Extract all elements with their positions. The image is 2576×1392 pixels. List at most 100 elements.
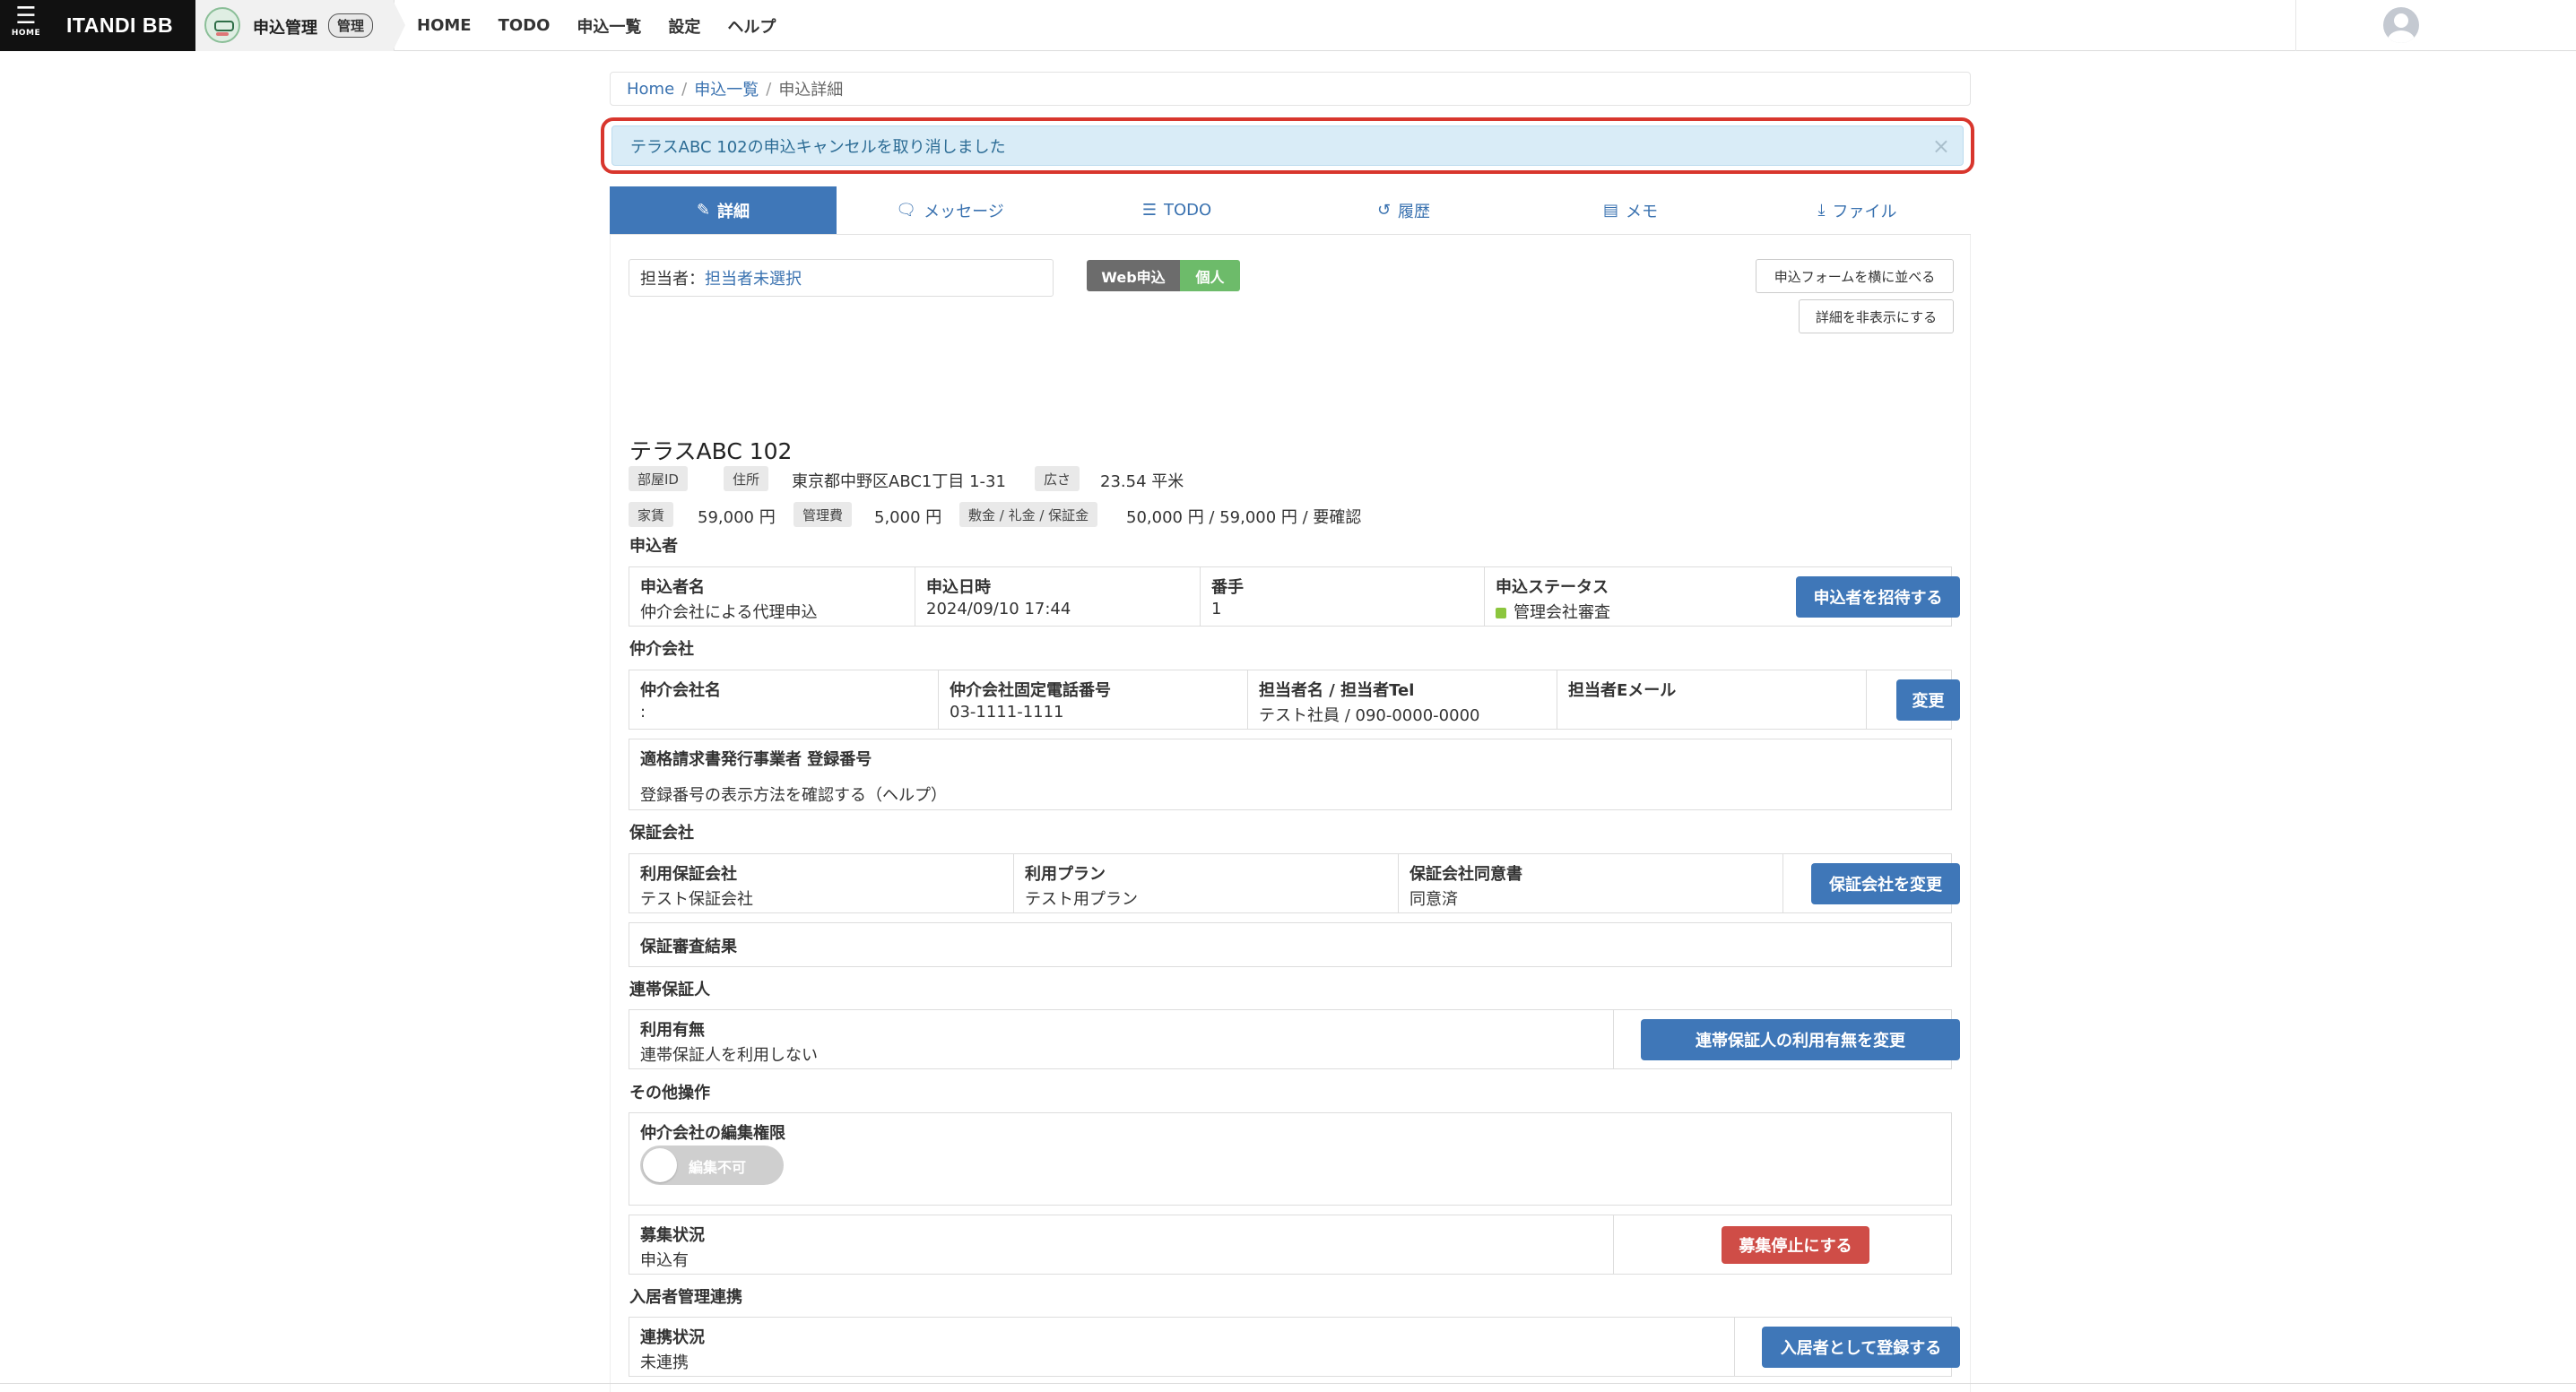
tab-file[interactable]: ⤓ ファイル — [1744, 186, 1971, 234]
rent-value: 59,000 円 — [698, 508, 776, 527]
register-resident-button[interactable]: 入居者として登録する — [1762, 1327, 1960, 1368]
status-indicator-icon — [1496, 608, 1506, 618]
download-icon: ⤓ — [1817, 201, 1826, 220]
side-by-side-button[interactable]: 申込フォームを横に並べる — [1756, 259, 1954, 293]
applicant-table: 申込者名 仲介会社による代理申込 申込日時 2024/09/10 17:44 番… — [629, 566, 1960, 627]
cell-header: 仲介会社の編集権限 — [640, 1124, 785, 1143]
assignee-value[interactable]: 担当者未選択 — [705, 266, 802, 290]
list-icon: ☰ — [1141, 201, 1157, 220]
assignee-selector[interactable]: 担当者： 担当者未選択 — [629, 259, 1054, 297]
edit-icon: ✎ — [696, 201, 711, 220]
cell-header: 利用有無 — [640, 1021, 705, 1040]
invoice-cell: 適格請求書発行事業者 登録番号 登録番号の表示方法を確認する（ヘルプ） — [629, 739, 1951, 809]
tab-message[interactable]: 🗨 メッセージ — [837, 186, 1063, 234]
history-icon: ↺ — [1376, 201, 1392, 220]
main-nav: HOME TODO 申込一覧 設定 ヘルプ — [417, 0, 802, 51]
guarantor-table: 利用保証会社 テスト保証会社 利用プラン テスト用プラン 保証会社同意書 同意済… — [629, 853, 1960, 913]
broker-email-cell: 担当者Eメール — [1557, 670, 1867, 729]
other-ops-section-title: その他操作 — [629, 1084, 710, 1102]
nav-todo[interactable]: TODO — [499, 16, 551, 35]
memo-icon: ▤ — [1602, 201, 1618, 220]
home-label: HOME — [11, 29, 41, 38]
stop-recruitment-button[interactable]: 募集停止にする — [1722, 1226, 1869, 1264]
order-number-cell: 番手 1 — [1201, 567, 1485, 626]
nav-home[interactable]: HOME — [417, 16, 472, 35]
management-fee-label: 管理費 — [794, 502, 853, 527]
room-id-label: 部屋ID — [629, 466, 688, 491]
cell-value: 03-1111-1111 — [950, 703, 1064, 722]
app-role-badge: 管理 — [328, 13, 374, 38]
hide-detail-button[interactable]: 詳細を非表示にする — [1799, 299, 1954, 333]
nav-application-list[interactable]: 申込一覧 — [577, 14, 641, 38]
cell-header: 担当者Eメール — [1568, 681, 1677, 700]
cell-header: 仲介会社名 — [640, 681, 721, 700]
application-status-cell: 申込ステータス 管理会社審査 — [1485, 567, 1772, 626]
tab-label: メッセージ — [924, 202, 1004, 221]
cell-header: 保証審査結果 — [640, 938, 737, 956]
cell-header: 保証会社同意書 — [1409, 865, 1522, 884]
rent-label: 家賃 — [629, 502, 674, 527]
resident-link-table: 連携状況 未連携 入居者として登録する — [629, 1317, 1960, 1377]
cell-value: 仲介会社による代理申込 — [640, 603, 818, 622]
broker-tel-cell: 仲介会社固定電話番号 03-1111-1111 — [939, 670, 1248, 729]
page-bottom-divider — [0, 1383, 2576, 1384]
invoice-registration-box: 適格請求書発行事業者 登録番号 登録番号の表示方法を確認する（ヘルプ） — [629, 739, 1952, 810]
tab-memo[interactable]: ▤ メモ — [1517, 186, 1744, 234]
joint-guarantor-table: 利用有無 連帯保証人を利用しない 連帯保証人の利用有無を変更 — [629, 1009, 1960, 1069]
breadcrumb-list[interactable]: 申込一覧 — [694, 77, 759, 100]
user-menu[interactable] — [2295, 0, 2576, 51]
breadcrumb-separator: / — [681, 79, 688, 99]
address-label: 住所 — [724, 466, 769, 491]
application-date-cell: 申込日時 2024/09/10 17:44 — [915, 567, 1201, 626]
broker-staff-cell: 担当者名 / 担当者Tel テスト社員 / 090-0000-0000 — [1248, 670, 1557, 729]
cell-value: 同意済 — [1409, 890, 1458, 909]
tab-todo[interactable]: ☰ TODO — [1063, 186, 1290, 234]
cell-value: 申込有 — [640, 1251, 689, 1270]
cell-value: テスト用プラン — [1025, 890, 1138, 909]
nav-settings[interactable]: 設定 — [668, 14, 700, 38]
tab-detail[interactable]: ✎ 詳細 — [610, 186, 837, 234]
area-value: 23.54 平米 — [1100, 472, 1184, 491]
change-joint-guarantor-button[interactable]: 連帯保証人の利用有無を変更 — [1641, 1019, 1960, 1060]
change-guarantor-button[interactable]: 保証会社を変更 — [1811, 863, 1960, 904]
order-number-link[interactable]: 1 — [1211, 600, 1473, 618]
breadcrumb: Home / 申込一覧 / 申込詳細 — [610, 72, 1971, 106]
invite-applicant-button[interactable]: 申込者を招待する — [1796, 576, 1960, 618]
tab-history[interactable]: ↺ 履歴 — [1290, 186, 1517, 234]
nav-help[interactable]: ヘルプ — [727, 14, 776, 38]
resident-link-cell: 連携状況 未連携 — [629, 1318, 1735, 1376]
cell-value: 未連携 — [640, 1353, 689, 1372]
cell-value: : — [640, 703, 646, 722]
alert-message: テラスABC 102の申込キャンセルを取り消しました — [630, 137, 1006, 157]
cell-header: 利用プラン — [1025, 865, 1106, 884]
guarantee-result-box: 保証審査結果 — [629, 922, 1952, 967]
chat-icon: 🗨 — [896, 201, 917, 220]
close-icon[interactable]: × — [1932, 134, 1950, 159]
applicant-name-cell: 申込者名 仲介会社による代理申込 — [629, 567, 915, 626]
breadcrumb-home[interactable]: Home — [627, 80, 674, 99]
cell-header: 仲介会社固定電話番号 — [950, 681, 1111, 700]
cell-value: テスト社員 / 090-0000-0000 — [1259, 706, 1480, 725]
tab-label: TODO — [1163, 201, 1212, 220]
edit-permission-box: 仲介会社の編集権限 編集不可 — [629, 1112, 1952, 1206]
change-broker-button[interactable]: 変更 — [1896, 679, 1960, 721]
property-title: テラスABC 102 — [629, 438, 793, 464]
edit-permission-cell: 仲介会社の編集権限 — [629, 1113, 1951, 1205]
cell-header: 担当者名 / 担当者Tel — [1259, 681, 1415, 700]
invoice-help-link[interactable]: 登録番号の表示方法を確認する（ヘルプ） — [640, 782, 1940, 806]
brand-logo[interactable]: ITANDI BB — [52, 0, 195, 51]
recruitment-status-cell: 募集状況 申込有 — [629, 1215, 1614, 1274]
status-value: 管理会社審査 — [1514, 603, 1610, 622]
user-avatar-icon — [2383, 7, 2419, 43]
guarantor-plan-cell: 利用プラン テスト用プラン — [1014, 854, 1399, 912]
broker-table: 仲介会社名 : 仲介会社固定電話番号 03-1111-1111 担当者名 / 担… — [629, 670, 1960, 730]
cell-header: 適格請求書発行事業者 登録番号 — [640, 750, 872, 769]
cell-header: 番手 — [1211, 578, 1244, 597]
edit-permission-toggle[interactable]: 編集不可 — [640, 1146, 784, 1185]
assignee-label: 担当者： — [640, 270, 705, 289]
detail-tabs: ✎ 詳細 🗨 メッセージ ☰ TODO ↺ 履歴 ▤ メモ ⤓ ファイル — [610, 186, 1971, 235]
home-menu-button[interactable]: ☰ HOME — [0, 0, 52, 51]
app-switcher[interactable]: 申込管理 管理 — [195, 0, 395, 51]
tab-label: ファイル — [1832, 202, 1897, 221]
tab-label: 履歴 — [1398, 202, 1431, 221]
